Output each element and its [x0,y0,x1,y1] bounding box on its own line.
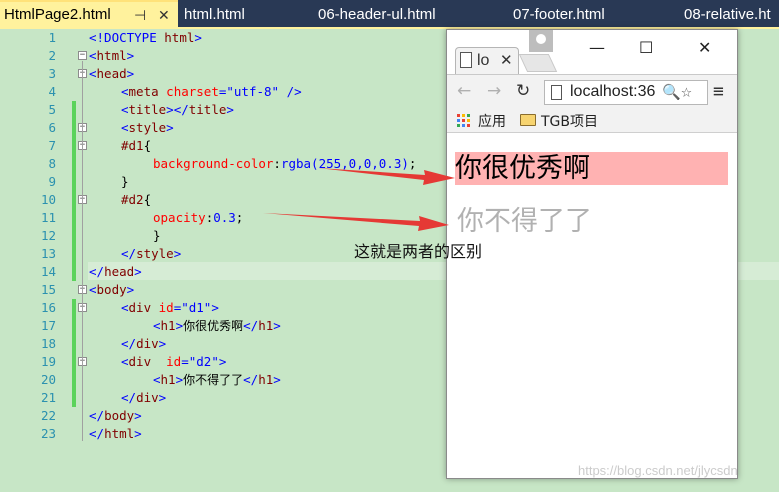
change-bar [72,101,76,281]
line-number: 1 [48,30,56,45]
line-number: 2 [48,48,56,63]
code-line-15[interactable]: <body> [89,281,134,299]
maximize-button[interactable]: ☐ [639,38,653,57]
code-line-7[interactable]: #d1{ [121,137,151,155]
browser-titlebar: lo ✕ — ☐ ✕ [447,30,737,75]
change-bar [72,299,76,407]
line-number: 14 [40,264,56,279]
back-button[interactable]: ← [457,81,471,101]
code-line-4[interactable]: <meta charset="utf-8" /> [121,83,302,101]
code-line-23[interactable]: </html> [89,425,142,443]
arrow-to-d2 [263,213,449,231]
code-line-3[interactable]: <head> [89,65,134,83]
tab-label: HtmlPage2.html [4,6,111,23]
code-line-2[interactable]: <html> [89,47,134,65]
user-profile-icon[interactable] [529,30,553,52]
browser-toolbar: ← → ↻ localhost:36 🔍 ☆ ≡ [447,74,737,108]
code-line-11[interactable]: opacity:0.3; [153,209,243,227]
fold-guide [82,61,83,441]
menu-icon[interactable]: ≡ [713,81,724,102]
code-line-9[interactable]: } [121,173,129,191]
line-number: 23 [40,426,56,441]
line-number: 19 [40,354,56,369]
apps-grid-icon[interactable] [457,114,470,127]
minimize-button[interactable]: — [589,38,605,57]
code-line-20[interactable]: <h1>你不得了了</h1> [153,371,281,389]
code-line-13[interactable]: </style> [121,245,181,263]
line-number: 4 [48,84,56,99]
tab-htmlpage2[interactable]: HtmlPage2.html ⊣ ✕ [0,0,178,29]
pin-icon[interactable]: ⊣ [134,2,146,28]
folder-icon [520,114,536,126]
line-number: 16 [40,300,56,315]
tab-07-footer[interactable]: 07-footer.html [513,0,663,29]
line-number: 22 [40,408,56,423]
line-number: 11 [40,210,56,225]
close-tab-icon[interactable]: ✕ [500,51,513,69]
code-line-8[interactable]: background-color:rgba(255,0,0,0.3); [153,155,416,173]
code-line-10[interactable]: #d2{ [121,191,151,209]
code-line-5[interactable]: <title></title> [121,101,234,119]
bookmark-apps[interactable]: 应用 [478,111,506,131]
code-line-22[interactable]: </body> [89,407,142,425]
zoom-icon[interactable]: 🔍 [660,83,681,101]
heading-d2: 你不得了了 [457,206,592,237]
line-number: 5 [48,102,56,117]
line-number: 9 [48,174,56,189]
code-line-19[interactable]: <div id="d2"> [121,353,226,371]
bookmark-folder-tgb[interactable]: TGB项目 [541,111,598,131]
watermark: https://blog.csdn.net/jlycsdn [578,463,738,478]
code-line-14[interactable]: </head> [89,263,142,281]
page-icon [460,52,472,68]
code-line-17[interactable]: <h1>你很优秀啊</h1> [153,317,281,335]
browser-tab[interactable]: lo ✕ [455,47,519,75]
line-number: 20 [40,372,56,387]
code-line-21[interactable]: </div> [121,389,166,407]
editor-tab-bar: HtmlPage2.html ⊣ ✕ html.html 06-header-u… [0,0,779,29]
line-number: 21 [40,390,56,405]
tab-html[interactable]: html.html [184,0,294,29]
line-number: 7 [48,138,56,153]
line-number: 12 [40,228,56,243]
address-bar[interactable]: localhost:36 🔍 ☆ [544,80,708,105]
bookmarks-bar: 应用 TGB项目 [447,108,737,133]
fold-toggle-icon[interactable]: − [78,51,87,60]
line-number: 15 [40,282,56,297]
page-icon [551,85,562,100]
forward-button[interactable]: → [487,81,501,101]
line-number: 6 [48,120,56,135]
line-number: 3 [48,66,56,81]
bookmark-star-icon[interactable]: ☆ [681,81,692,102]
url-text[interactable]: localhost:36 [570,83,655,101]
window-close-button[interactable]: ✕ [698,38,711,57]
reload-button[interactable]: ↻ [516,81,530,101]
tab-06-header-ul[interactable]: 06-header-ul.html [318,0,498,29]
browser-window: lo ✕ — ☐ ✕ ← → ↻ localhost:36 🔍 ☆ ≡ 应用 T… [446,29,738,479]
code-line-6[interactable]: <style> [121,119,174,137]
line-number: 8 [48,156,56,171]
code-line-16[interactable]: <div id="d1"> [121,299,219,317]
close-icon[interactable]: ✕ [158,2,170,28]
code-line-12[interactable]: } [153,227,161,245]
line-number: 13 [40,246,56,261]
tab-08-relative[interactable]: 08-relative.ht [684,0,779,29]
line-number: 10 [40,192,56,207]
code-line-18[interactable]: </div> [121,335,166,353]
page-viewport: 你很优秀啊 你不得了了 [447,133,737,478]
line-number: 18 [40,336,56,351]
annotation-text: 这就是两者的区别 [354,242,483,261]
line-number-gutter: 1 2 3 4 5 6 7 8 9 10 11 12 13 14 15 16 17 18 19 20 21 22 23 [0,29,68,492]
new-tab-button[interactable] [518,54,558,72]
heading-d1: 你很优秀啊 [455,152,728,185]
browser-tab-label: lo [477,52,490,69]
line-number: 17 [40,318,56,333]
code-line-1[interactable]: <!DOCTYPE html> [89,29,202,47]
